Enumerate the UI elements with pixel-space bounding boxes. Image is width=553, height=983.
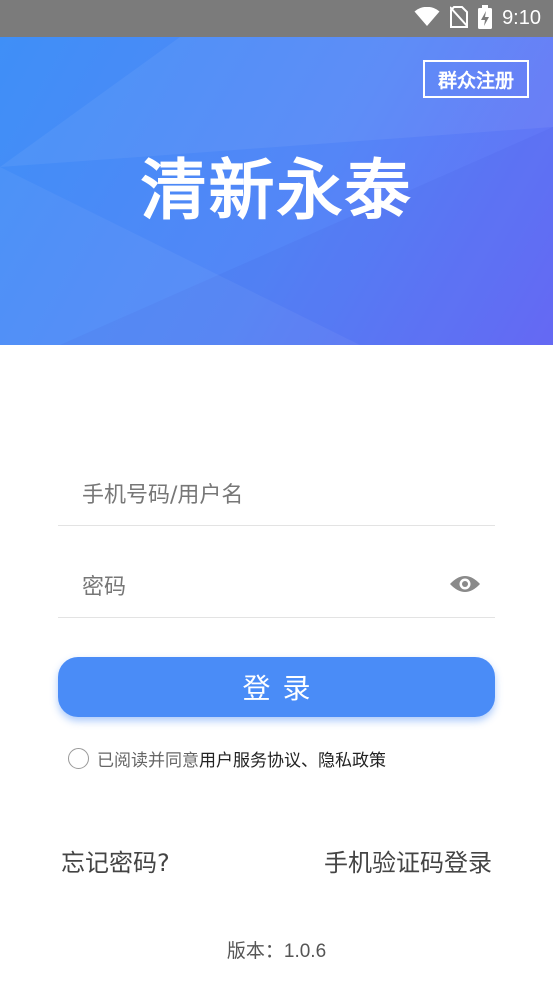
battery-charging-icon (478, 4, 493, 33)
version-label: 版本： (226, 940, 284, 962)
wifi-icon (414, 6, 440, 31)
status-bar: 9:10 (0, 0, 553, 37)
password-field (58, 556, 495, 618)
version-info: 版本：1.0.6 (0, 936, 553, 963)
username-field (58, 464, 495, 526)
no-sim-icon (449, 5, 469, 32)
agreement-text: 已阅读并同意 (97, 750, 199, 771)
version-number: 1.0.6 (283, 941, 327, 962)
status-icons: 9:10 (414, 0, 541, 37)
register-button[interactable]: 群众注册 (423, 60, 529, 98)
username-input[interactable] (80, 464, 444, 526)
agreement-checkbox[interactable] (68, 747, 89, 769)
agreement-row: 已阅读并同意 用户服务协议、隐私政策 (68, 745, 386, 771)
app-title: 清新永泰 (140, 152, 413, 229)
sms-login-link[interactable]: 手机验证码登录 (324, 843, 492, 878)
password-input[interactable] (80, 556, 444, 618)
hero-banner: 群众注册 清新永泰 (0, 37, 553, 345)
policy-links[interactable]: 用户服务协议、隐私政策 (199, 746, 386, 771)
login-button[interactable]: 登录 (58, 657, 495, 717)
forgot-password-link[interactable]: 忘记密码? (61, 843, 170, 878)
eye-icon[interactable] (449, 573, 481, 599)
status-time: 9:10 (502, 7, 541, 29)
